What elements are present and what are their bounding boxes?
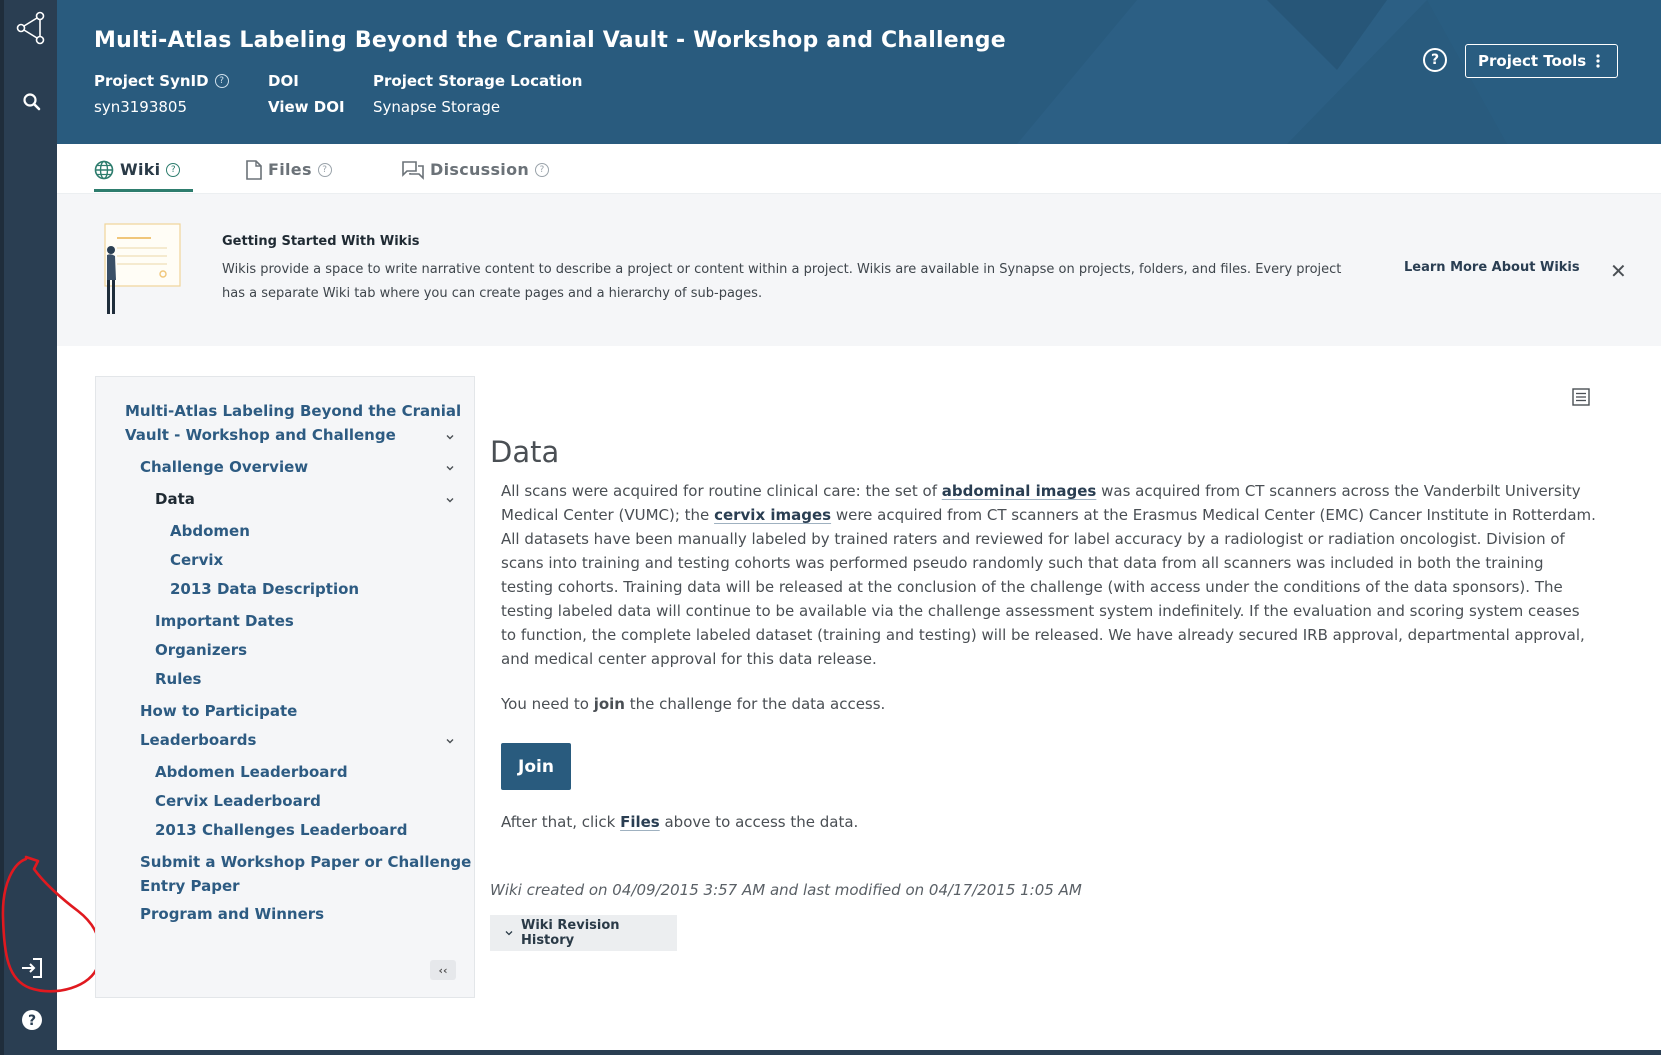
collapse-tree-button[interactable]: ‹‹ [430, 960, 456, 980]
chevron-down-icon[interactable] [445, 495, 455, 505]
help-button[interactable]: ? [1423, 48, 1447, 72]
files-link[interactable]: Files [620, 813, 660, 831]
learn-more-wikis-link[interactable]: Learn More About Wikis [1404, 260, 1580, 275]
nav-cervix[interactable]: Cervix [170, 548, 223, 572]
wiki-page-tree: Multi-Atlas Labeling Beyond the Cranial … [95, 376, 475, 998]
tab-files-label: Files [268, 160, 312, 179]
nav-submit-line1: Submit a Workshop Paper or Challenge [140, 853, 472, 871]
after-join-instruction: After that, click Files above to access … [501, 813, 858, 831]
bottom-bar [57, 1050, 1661, 1055]
nav-root-page[interactable]: Multi-Atlas Labeling Beyond the Cranial … [125, 399, 461, 447]
storage-label: Project Storage Location [373, 72, 583, 90]
abdominal-images-link[interactable]: abdominal images [942, 482, 1097, 500]
project-tabs: Wiki ? Files ? Discussion ? [57, 144, 1661, 194]
nav-abdomen-leaderboard[interactable]: Abdomen Leaderboard [155, 760, 348, 784]
join-button[interactable]: Join [501, 743, 571, 790]
nav-important-dates[interactable]: Important Dates [155, 609, 294, 633]
project-tools-button[interactable]: Project Tools [1465, 44, 1618, 78]
nav-data[interactable]: Data [155, 487, 195, 511]
nav-2013-data-description[interactable]: 2013 Data Description [170, 577, 359, 601]
synid-help-icon[interactable]: ? [214, 74, 229, 88]
join-bold: join [593, 695, 625, 713]
nav-root-line1: Multi-Atlas Labeling Beyond the Cranial [125, 402, 462, 420]
storage-value: Synapse Storage [373, 98, 501, 116]
discussion-icon [402, 161, 424, 180]
data-description: All scans were acquired for routine clin… [501, 479, 1596, 671]
synid-value: syn3193805 [94, 98, 188, 116]
banner-title: Getting Started With Wikis [222, 234, 420, 249]
after-text-b: above to access the data. [659, 813, 859, 831]
doi-label: DOI [268, 72, 299, 90]
project-header: Multi-Atlas Labeling Beyond the Cranial … [57, 0, 1661, 144]
nav-submit-line2: Entry Paper [140, 877, 240, 895]
file-icon [246, 160, 262, 180]
table-of-contents-icon[interactable] [1572, 388, 1590, 406]
globe-icon [94, 160, 114, 180]
project-tools-label: Project Tools [1478, 52, 1587, 70]
svg-text:?: ? [28, 1013, 36, 1029]
view-doi-link[interactable]: View DOI [268, 98, 345, 116]
nav-root-line2: Vault - Workshop and Challenge [125, 426, 396, 444]
tab-files[interactable]: Files ? [245, 160, 332, 190]
help-glyph: ? [1430, 52, 1440, 68]
storage-block: Project Storage Location Synapse Storage [373, 72, 582, 116]
sign-in-icon[interactable] [16, 952, 48, 984]
help-circle-icon[interactable]: ? [16, 1004, 48, 1036]
nav-challenge-overview[interactable]: Challenge Overview [140, 455, 308, 479]
search-icon[interactable] [16, 86, 48, 118]
wiki-metadata: Wiki created on 04/09/2015 3:57 AM and l… [490, 881, 1082, 899]
nav-rules[interactable]: Rules [155, 667, 201, 691]
project-title: Multi-Atlas Labeling Beyond the Cranial … [94, 28, 1006, 53]
chevron-down-icon[interactable] [445, 463, 455, 473]
tab-wiki-label: Wiki [120, 160, 161, 179]
banner-text: Wikis provide a space to write narrative… [222, 262, 1342, 301]
synid-block: Project SynID? syn3193805 [94, 72, 229, 116]
left-rail: ? [0, 0, 57, 1055]
page-title: Data [490, 435, 560, 469]
discussion-help-icon[interactable]: ? [535, 163, 550, 177]
kebab-menu-icon [1596, 54, 1600, 68]
nav-organizers[interactable]: Organizers [155, 638, 247, 662]
nav-cervix-leaderboard[interactable]: Cervix Leaderboard [155, 789, 321, 813]
wiki-intro-banner: Getting Started With Wikis Wikis provide… [57, 194, 1661, 346]
synid-label: Project SynID [94, 72, 209, 90]
files-help-icon[interactable]: ? [317, 163, 332, 177]
cervix-images-link[interactable]: cervix images [714, 506, 831, 524]
wiki-revision-history-button[interactable]: Wiki Revision History [490, 915, 677, 951]
tab-discussion[interactable]: Discussion ? [402, 160, 550, 190]
chevron-down-icon[interactable] [445, 736, 455, 746]
nav-submit-paper[interactable]: Submit a Workshop Paper or Challenge Ent… [140, 850, 471, 898]
nav-2013-challenges-leaderboard[interactable]: 2013 Challenges Leaderboard [155, 818, 407, 842]
nav-program-and-winners[interactable]: Program and Winners [140, 902, 324, 926]
join-instruction: You need to join the challenge for the d… [501, 695, 885, 713]
chevron-down-icon[interactable] [445, 432, 455, 442]
after-text-a: After that, click [501, 813, 621, 831]
join-text-a: You need to [501, 695, 594, 713]
revision-label: Wiki Revision History [520, 918, 620, 948]
data-text-1: All scans were acquired for routine clin… [501, 482, 942, 500]
wiki-illustration-icon [104, 223, 181, 314]
close-banner-icon[interactable]: ✕ [1610, 259, 1627, 283]
caret-down-icon [505, 931, 513, 936]
wiki-help-icon[interactable]: ? [166, 163, 181, 177]
doi-block: DOI View DOI [268, 72, 345, 116]
tab-wiki[interactable]: Wiki ? [94, 160, 193, 192]
join-text-b: the challenge for the data access. [624, 695, 886, 713]
nav-how-to-participate[interactable]: How to Participate [140, 699, 297, 723]
synapse-logo-icon[interactable] [16, 11, 48, 45]
tab-discussion-label: Discussion [430, 160, 530, 179]
nav-abdomen[interactable]: Abdomen [170, 519, 250, 543]
data-text-3: were acquired from CT scanners at the Er… [501, 506, 1596, 668]
nav-leaderboards[interactable]: Leaderboards [140, 728, 256, 752]
